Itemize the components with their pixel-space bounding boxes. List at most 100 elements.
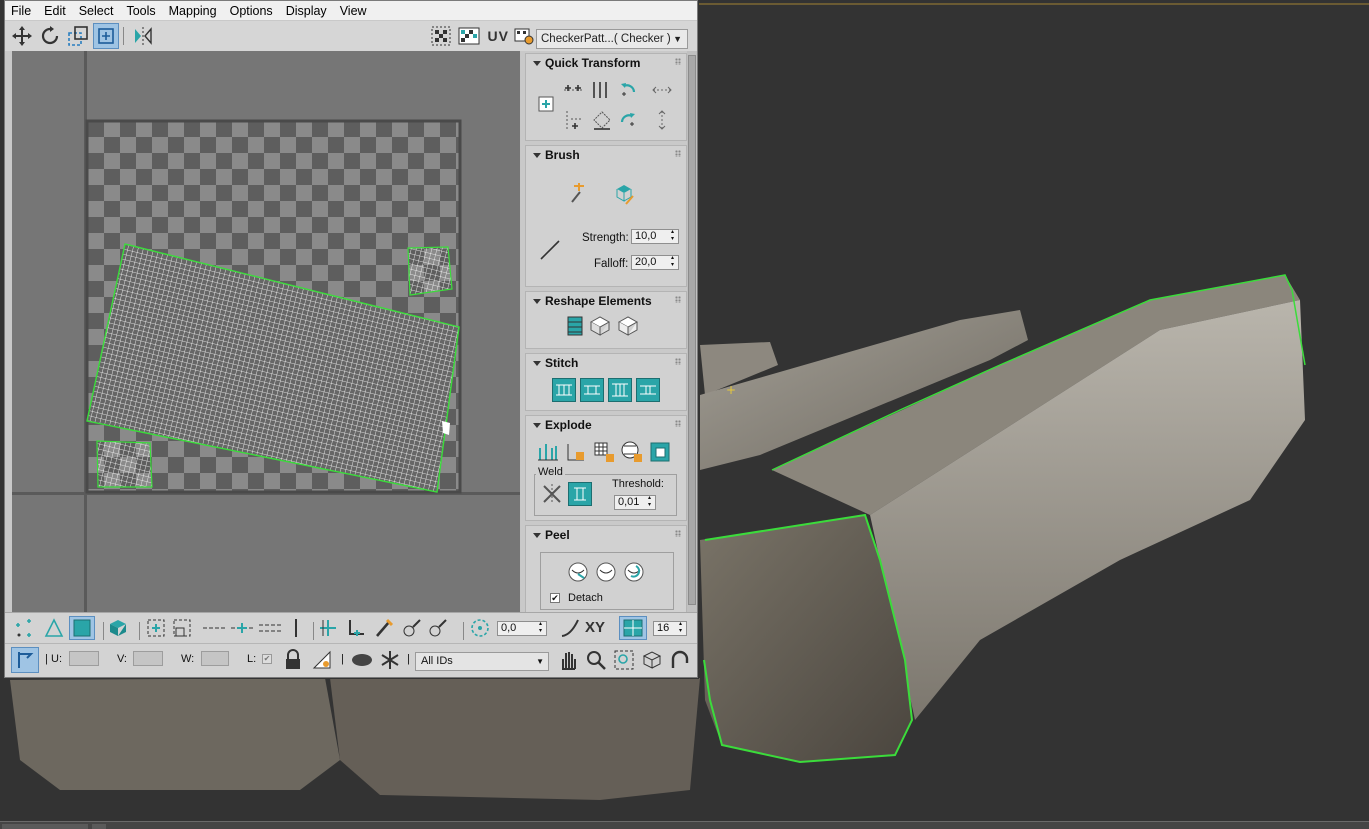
w-field[interactable] <box>201 651 229 666</box>
straighten-selection-icon[interactable] <box>562 314 586 338</box>
detach-checkbox[interactable]: ✔ <box>550 593 560 603</box>
uv-channel-icon[interactable]: UV <box>488 28 509 44</box>
falloff-spinner[interactable]: 20,0 <box>631 255 679 270</box>
menu-mapping[interactable]: Mapping <box>169 4 217 18</box>
reshape-elements-title[interactable]: Reshape Elements <box>526 292 686 310</box>
element-mode-icon[interactable] <box>105 616 131 640</box>
stitch-custom-icon[interactable] <box>552 378 576 402</box>
weld-selected-icon[interactable] <box>540 482 564 506</box>
brush-title[interactable]: Brush <box>526 146 686 164</box>
explode-by-material-icon[interactable] <box>648 440 672 464</box>
map-select[interactable]: CheckerPatt...( Checker ) ▼ <box>536 29 688 49</box>
zoom-icon[interactable] <box>583 648 609 672</box>
spacing-horizontal-icon[interactable] <box>650 78 674 102</box>
strength-spinner[interactable]: 10,0 <box>631 229 679 244</box>
stitch-to-source-icon[interactable] <box>636 378 660 402</box>
polygon-mode-icon[interactable] <box>69 616 95 640</box>
weld-all-icon[interactable] <box>568 482 592 506</box>
break-icon[interactable] <box>536 440 560 464</box>
scrollbar-thumb[interactable] <box>688 55 696 605</box>
lasso-subtract-icon[interactable] <box>425 616 451 640</box>
edge-mode-icon[interactable] <box>41 616 67 640</box>
uv-island-small-2 <box>96 440 153 488</box>
menu-view[interactable]: View <box>340 4 367 18</box>
lasso-add-icon[interactable] <box>399 616 425 640</box>
rotate-ccw-icon[interactable] <box>616 78 640 102</box>
paint-select-icon[interactable] <box>371 616 397 640</box>
ring-grow-icon[interactable] <box>285 616 307 640</box>
threshold-spinner[interactable]: 0,01 <box>614 495 656 510</box>
straighten-icon[interactable] <box>590 108 614 132</box>
edge-loop-icon[interactable] <box>343 616 369 640</box>
falloff-type-icon[interactable] <box>557 616 583 640</box>
freeform-icon[interactable] <box>93 23 119 49</box>
uv-tools-panel: Quick Transform Brush Strength: 10,0 Fal… <box>521 51 696 612</box>
snap-icon[interactable] <box>667 648 693 672</box>
menu-select[interactable]: Select <box>79 4 114 18</box>
filter-selected-icon[interactable] <box>309 648 335 672</box>
mirror-icon[interactable] <box>130 23 156 49</box>
explode-by-polygon-icon[interactable] <box>592 440 616 464</box>
menu-file[interactable]: File <box>11 4 31 18</box>
menu-options[interactable]: Options <box>230 4 273 18</box>
material-id-select[interactable]: All IDs ▼ <box>415 652 549 671</box>
move-icon[interactable] <box>9 23 35 49</box>
uv-editor-canvas[interactable] <box>12 51 520 612</box>
reset-peel-icon[interactable] <box>622 560 646 584</box>
relax-brush-icon[interactable] <box>566 182 590 206</box>
align-vertical-icon[interactable] <box>588 78 612 102</box>
shrink-selection-icon[interactable] <box>169 616 195 640</box>
point-to-point-icon[interactable] <box>315 616 341 640</box>
menu-tools[interactable]: Tools <box>126 4 155 18</box>
lock-icon[interactable] <box>281 648 305 672</box>
ring-icon[interactable] <box>257 616 283 640</box>
rotate-cw-icon[interactable] <box>616 108 640 132</box>
explode-by-smoothing-icon[interactable] <box>620 440 644 464</box>
peel-title[interactable]: Peel <box>526 526 686 544</box>
absolute-offset-icon[interactable] <box>11 647 39 673</box>
grid-snap-icon[interactable] <box>619 616 647 640</box>
menu-display[interactable]: Display <box>286 4 327 18</box>
grid-size-spinner[interactable]: 16 <box>653 621 687 636</box>
scale-icon[interactable] <box>65 23 91 49</box>
falloff-distance-spinner[interactable]: 0,0 <box>497 621 547 636</box>
panel-scrollbar[interactable] <box>687 51 697 612</box>
rotate-icon[interactable] <box>37 23 63 49</box>
u-field[interactable] <box>69 651 99 666</box>
map-settings-icon[interactable] <box>511 23 537 49</box>
align-to-edge-icon[interactable] <box>562 108 586 132</box>
l-checkbox[interactable]: ✔ <box>262 654 272 664</box>
peel-mode-icon[interactable] <box>594 560 618 584</box>
paint-pin-icon[interactable] <box>612 182 636 206</box>
detach-edge-icon[interactable] <box>564 440 588 464</box>
pan-icon[interactable] <box>555 648 581 672</box>
spacing-vertical-icon[interactable] <box>650 108 674 132</box>
hide-icon[interactable] <box>349 648 375 672</box>
freeze-icon[interactable] <box>377 648 403 672</box>
v-field[interactable] <box>133 651 163 666</box>
align-pivot-icon[interactable] <box>534 92 558 116</box>
status-tab[interactable] <box>2 824 88 829</box>
falloff-curve-icon[interactable] <box>538 238 562 262</box>
stitch-title[interactable]: Stitch <box>526 354 686 372</box>
status-tab-2[interactable] <box>92 824 106 829</box>
checker-icon[interactable] <box>428 23 454 49</box>
relax-icon[interactable] <box>588 314 612 338</box>
texture-display-icon[interactable] <box>456 23 482 49</box>
loop-grow-icon[interactable] <box>229 616 255 640</box>
vertex-mode-icon[interactable] <box>11 616 37 640</box>
stitch-average-icon[interactable] <box>608 378 632 402</box>
relax-polygon-icon[interactable] <box>616 314 640 338</box>
explode-title[interactable]: Explode <box>526 416 686 434</box>
zoom-region-icon[interactable] <box>611 648 637 672</box>
zoom-extents-icon[interactable] <box>639 648 665 672</box>
loop-icon[interactable] <box>201 616 227 640</box>
falloff-space-label[interactable]: XY <box>585 619 605 636</box>
grow-selection-icon[interactable] <box>143 616 169 640</box>
align-horizontal-icon[interactable] <box>562 78 586 102</box>
stitch-to-target-icon[interactable] <box>580 378 604 402</box>
menu-edit[interactable]: Edit <box>44 4 66 18</box>
quick-peel-icon[interactable] <box>566 560 590 584</box>
quick-transform-title[interactable]: Quick Transform <box>526 54 686 72</box>
soft-selection-icon[interactable] <box>467 616 493 640</box>
